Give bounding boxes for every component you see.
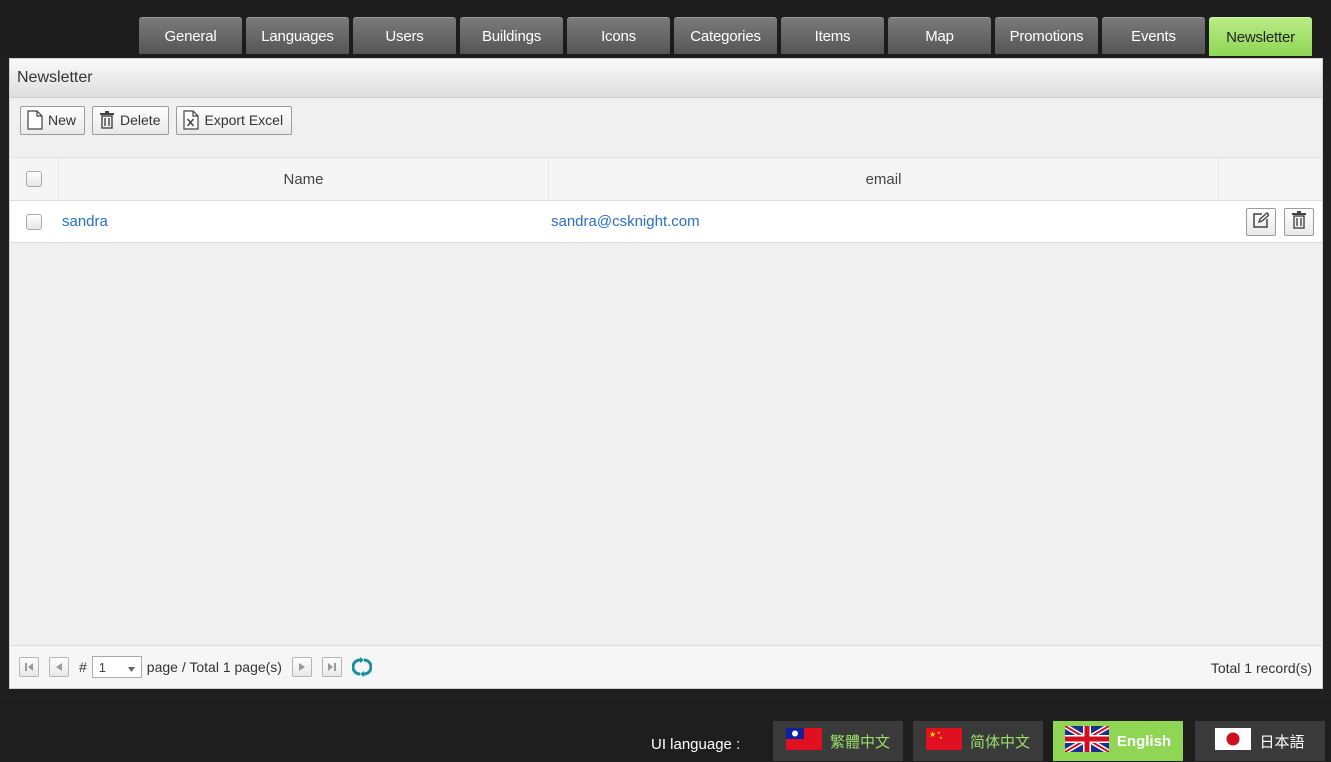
tab-categories[interactable]: Categories: [674, 17, 777, 54]
taiwan-flag-icon: [785, 728, 822, 754]
language-traditional-chinese[interactable]: 繁體中文: [773, 721, 903, 761]
prev-page-button[interactable]: [49, 657, 69, 677]
name-link[interactable]: sandra: [62, 213, 108, 230]
language-label: English: [1116, 732, 1172, 750]
newsletter-panel: Newsletter New Delete Export Excel Name …: [9, 58, 1323, 689]
language-simplified-chinese[interactable]: ★ ★ ★ 简体中文: [913, 721, 1043, 761]
name-cell: sandra: [58, 201, 547, 242]
tab-users[interactable]: Users: [353, 17, 456, 54]
email-link[interactable]: sandra@csknight.com: [551, 213, 700, 230]
tab-icons[interactable]: Icons: [567, 17, 670, 54]
tab-buildings[interactable]: Buildings: [460, 17, 563, 54]
language-japanese[interactable]: 日本語: [1195, 721, 1325, 761]
panel-title: Newsletter: [10, 59, 1322, 98]
delete-button-label: Delete: [120, 112, 161, 128]
first-page-button[interactable]: [19, 657, 39, 677]
new-document-icon: [27, 110, 43, 130]
language-english[interactable]: English: [1053, 721, 1183, 761]
toolbar: New Delete Export Excel: [10, 98, 1322, 142]
edit-row-button[interactable]: [1246, 207, 1276, 236]
column-header-email[interactable]: email: [548, 158, 1218, 200]
trash-icon: [99, 111, 115, 129]
newsletter-grid: Name email sandra sandra@csknight.com: [10, 157, 1322, 243]
page-select-value: 1: [98, 659, 107, 675]
china-flag-icon: ★ ★ ★: [925, 728, 962, 754]
tab-newsletter[interactable]: Newsletter: [1209, 17, 1312, 56]
edit-icon: [1253, 212, 1271, 231]
svg-text:★: ★: [939, 735, 943, 740]
uk-flag-icon: [1063, 723, 1111, 756]
new-button[interactable]: New: [20, 105, 86, 135]
next-page-icon: [297, 659, 307, 675]
tab-languages[interactable]: Languages: [246, 17, 349, 54]
column-header-actions: [1218, 158, 1324, 200]
chevron-down-icon: [127, 660, 135, 675]
total-records: Total 1 record(s): [1210, 659, 1312, 676]
last-page-button[interactable]: [321, 657, 342, 677]
pager: # 1 page / Total 1 page(s) Total 1 recor…: [10, 645, 1322, 688]
prev-page-icon: [54, 659, 64, 675]
japan-flag-icon: [1215, 728, 1252, 754]
select-all-checkbox[interactable]: [26, 171, 42, 187]
footer: UI language : 繁體中文 ★ ★ ★ 简体中文 English 日本…: [0, 699, 1331, 762]
page-total-text: page / Total 1 page(s): [146, 659, 282, 675]
column-header-name[interactable]: Name: [58, 158, 548, 200]
page-hash: #: [79, 659, 87, 675]
next-page-button[interactable]: [291, 657, 312, 677]
export-excel-button[interactable]: Export Excel: [176, 105, 293, 135]
top-nav-bar: General Languages Users Buildings Icons …: [0, 0, 1331, 56]
email-cell: sandra@csknight.com: [547, 201, 1216, 242]
delete-row-button[interactable]: [1284, 207, 1314, 236]
main-tabs: General Languages Users Buildings Icons …: [139, 17, 1316, 56]
table-row: sandra sandra@csknight.com: [10, 201, 1322, 243]
grid-header: Name email: [10, 157, 1322, 201]
first-page-icon: [24, 659, 34, 675]
tab-general[interactable]: General: [139, 17, 242, 54]
last-page-icon: [327, 659, 337, 675]
select-all-cell: [10, 158, 58, 200]
export-excel-label: Export Excel: [204, 112, 284, 128]
language-label: 日本語: [1259, 733, 1305, 751]
tab-map[interactable]: Map: [888, 17, 991, 54]
delete-button[interactable]: Delete: [92, 105, 170, 135]
ui-language-label: UI language :: [651, 735, 741, 753]
tab-events[interactable]: Events: [1102, 17, 1205, 54]
tab-items[interactable]: Items: [781, 17, 884, 54]
language-label: 简体中文: [969, 733, 1030, 751]
new-button-label: New: [48, 112, 77, 128]
excel-icon: [183, 110, 200, 130]
trash-icon: [1291, 211, 1307, 232]
refresh-icon[interactable]: [351, 657, 372, 677]
page-select[interactable]: 1: [91, 656, 142, 678]
svg-text:★: ★: [929, 730, 936, 739]
row-actions: [1216, 201, 1322, 242]
language-label: 繁體中文: [829, 733, 890, 751]
tab-promotions[interactable]: Promotions: [995, 17, 1098, 54]
row-checkbox[interactable]: [26, 213, 42, 230]
row-select-cell: [10, 201, 58, 242]
